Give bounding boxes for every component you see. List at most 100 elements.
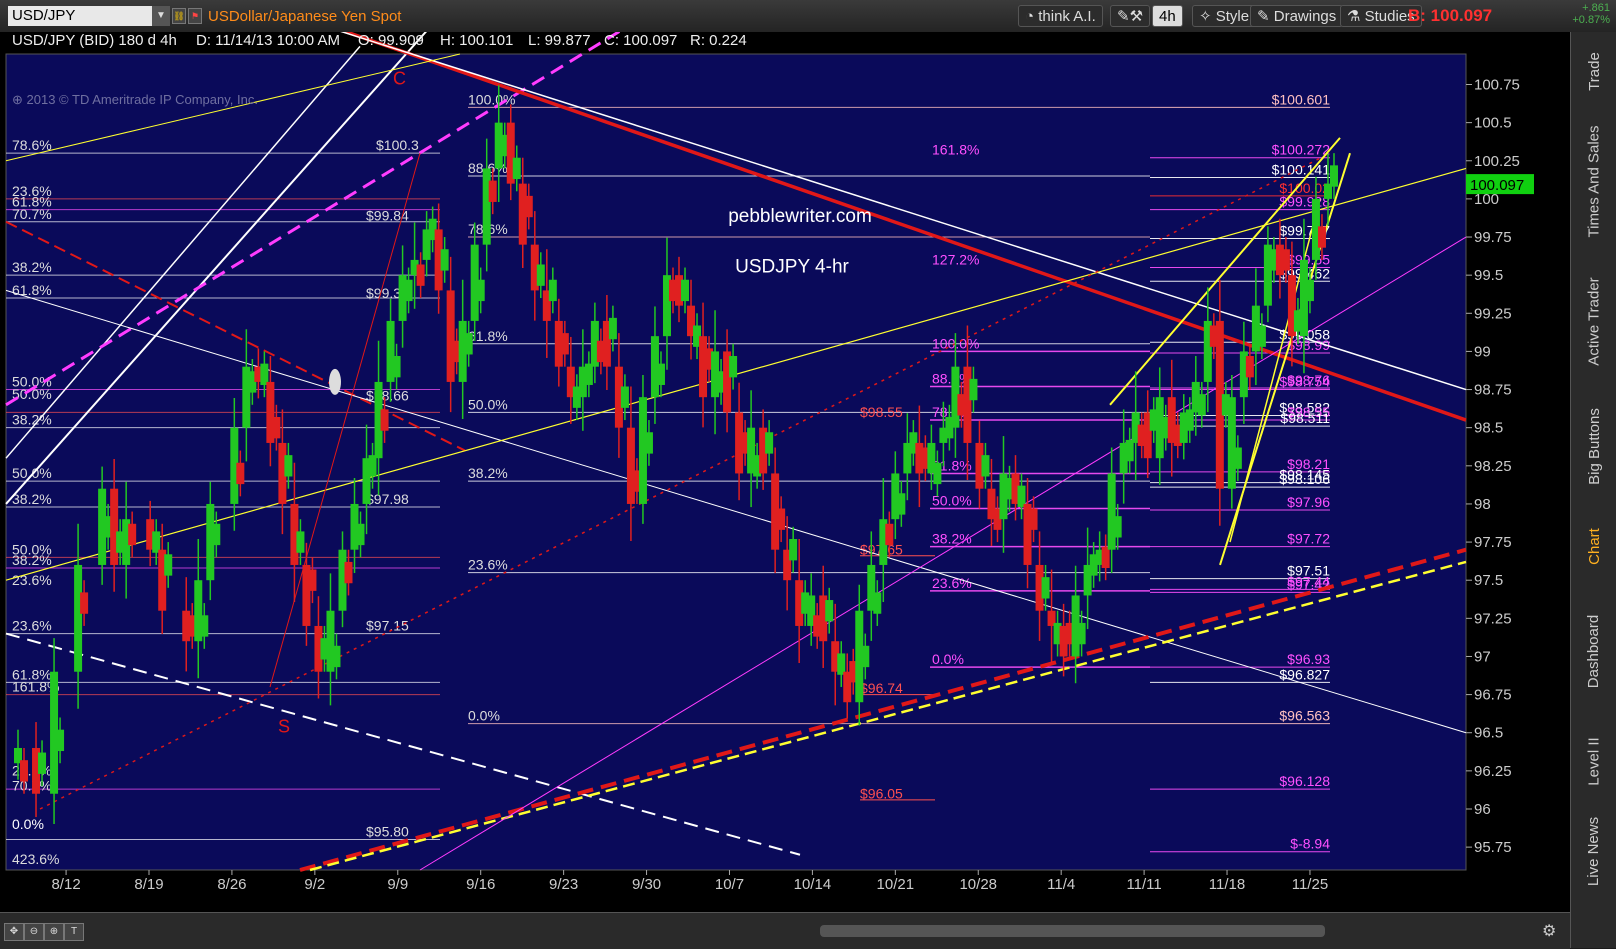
fib-percent-label: 70.7% bbox=[12, 778, 52, 794]
candle-body bbox=[200, 615, 209, 637]
fib-percent-label: 50.0% bbox=[12, 465, 52, 481]
x-tick-label: 8/26 bbox=[217, 876, 246, 893]
fib-percent-label: 70.7% bbox=[12, 206, 52, 222]
fib-percent-label: 127.2% bbox=[932, 252, 979, 268]
side-tab-trade[interactable]: Trade bbox=[1571, 36, 1616, 106]
side-tab-big-buttons[interactable]: Big Buttons bbox=[1571, 386, 1616, 506]
copyright-text: 2013 © TD Ameritrade IP Company, Inc. bbox=[26, 92, 258, 107]
candle-body bbox=[873, 592, 882, 614]
x-tick-label: 11/18 bbox=[1209, 876, 1245, 893]
subtitle-annotation: USDJPY 4-hr bbox=[735, 256, 849, 277]
bulb-icon: ◔ bbox=[1025, 8, 1039, 25]
level-label: $100.272 bbox=[1272, 142, 1331, 158]
fib-percent-label: 78.6% bbox=[12, 137, 52, 153]
candle-body bbox=[681, 279, 690, 302]
zoom-out-icon[interactable]: ⊖ bbox=[24, 923, 44, 941]
wave-s-label: S bbox=[278, 717, 290, 737]
x-tick-label: 11/11 bbox=[1126, 876, 1161, 893]
x-tick-label: 10/21 bbox=[877, 876, 915, 893]
top-toolbar: USD/JPY ▼ ⛓ ⚑ USDollar/Japanese Yen Spot… bbox=[0, 0, 1616, 33]
gear-icon[interactable]: ⚙ bbox=[1542, 921, 1562, 941]
fib-percent-label: 23.6% bbox=[12, 572, 52, 588]
link-icon[interactable]: ⛓ bbox=[172, 8, 186, 24]
candle-body bbox=[981, 455, 990, 477]
candle-body bbox=[765, 432, 774, 454]
side-tab-live-news[interactable]: Live News bbox=[1571, 806, 1616, 896]
candle-body bbox=[1107, 473, 1116, 550]
pair-label: USD/JPY (BID) 180 d 4h bbox=[12, 32, 177, 49]
candle-body bbox=[626, 427, 635, 504]
level-label: $98.511 bbox=[1280, 410, 1330, 426]
candle-body bbox=[1305, 279, 1314, 302]
symbol-input[interactable]: USD/JPY bbox=[8, 6, 158, 26]
side-tab-active-trader[interactable]: Active Trader bbox=[1571, 256, 1616, 386]
candle-body bbox=[608, 317, 617, 340]
tools-icon[interactable]: ✎⚒ bbox=[1110, 5, 1151, 27]
candle-body bbox=[356, 523, 365, 546]
price-label: $97.98 bbox=[366, 491, 409, 507]
interval-button[interactable]: 4h bbox=[1152, 5, 1183, 27]
candle-body bbox=[236, 462, 245, 485]
candle-body bbox=[524, 195, 533, 218]
candle-body bbox=[1317, 226, 1326, 248]
time-scrollbar[interactable] bbox=[820, 925, 1325, 937]
level-label: $96.827 bbox=[1279, 666, 1330, 682]
fib-percent-label: 23.6% bbox=[468, 557, 508, 573]
candle-body bbox=[789, 539, 798, 561]
candle-body bbox=[1017, 485, 1026, 507]
candle-body bbox=[729, 355, 738, 378]
side-tab-chart[interactable]: Chart bbox=[1571, 506, 1616, 586]
level-label: $97.96 bbox=[1287, 494, 1330, 510]
x-tick-label: 8/19 bbox=[134, 876, 163, 893]
y-tick-label: 96.25 bbox=[1474, 763, 1512, 780]
style-button[interactable]: ✧ Style bbox=[1192, 5, 1257, 27]
candle-body bbox=[885, 523, 894, 546]
candle-body bbox=[1185, 409, 1194, 431]
candle-body bbox=[1257, 325, 1266, 347]
candle-body bbox=[512, 157, 521, 180]
side-tab-times-and-sales[interactable]: Times And Sales bbox=[1571, 106, 1616, 256]
fib-percent-label: 0.0% bbox=[468, 708, 500, 724]
price-chart[interactable]: 95.75 96 96.25 96.5 96.75 97 97.25 97.5 97.75 98 9… bbox=[0, 32, 1570, 912]
level-label: $97.72 bbox=[1287, 531, 1330, 547]
bottom-bar: ✥ ⊖ ⊕ T ⚙ bbox=[0, 912, 1570, 949]
side-tab-level-ii[interactable]: Level II bbox=[1571, 716, 1616, 806]
candle-body bbox=[777, 508, 786, 530]
x-tick-label: 10/7 bbox=[715, 876, 744, 893]
candle-body bbox=[1281, 249, 1290, 271]
y-tick-label: 99.5 bbox=[1474, 267, 1503, 284]
close-label: C: 100.097 bbox=[604, 32, 678, 49]
think-ai-label: think A.I. bbox=[1038, 8, 1096, 25]
text-tool-icon[interactable]: T bbox=[64, 923, 84, 941]
highlight-oval bbox=[329, 368, 341, 395]
candle-body bbox=[1125, 439, 1134, 462]
y-tick-label: 97 bbox=[1474, 648, 1491, 665]
zoom-fit-icon[interactable]: ✥ bbox=[4, 923, 24, 941]
candle-body bbox=[56, 729, 65, 752]
side-tab-dashboard[interactable]: Dashboard bbox=[1571, 586, 1616, 716]
y-tick-label: 99 bbox=[1474, 343, 1491, 360]
candle-body bbox=[861, 645, 870, 668]
zoom-in-icon[interactable]: ⊕ bbox=[44, 923, 64, 941]
candle-body bbox=[1197, 394, 1206, 416]
change-pct: +0.87% bbox=[1572, 14, 1610, 26]
candle-body bbox=[476, 279, 485, 302]
date-label: D: 11/14/13 10:00 AM bbox=[196, 32, 340, 49]
drawings-label: Drawings bbox=[1273, 8, 1337, 25]
candle-body bbox=[963, 366, 972, 443]
candle-body bbox=[482, 168, 491, 245]
site-annotation: pebblewriter.com bbox=[728, 206, 872, 227]
candle-body bbox=[152, 531, 161, 553]
candle-body bbox=[404, 279, 413, 302]
x-tick-label: 11/4 bbox=[1047, 876, 1075, 893]
candle-body bbox=[128, 523, 137, 546]
candle-body bbox=[644, 432, 653, 454]
candle-body bbox=[1233, 447, 1242, 469]
drawings-button[interactable]: ✎ Drawings bbox=[1250, 5, 1344, 27]
fib-percent-label: 61.8% bbox=[12, 282, 52, 298]
fib-percent-label: 100.0% bbox=[468, 91, 515, 107]
think-ai-button[interactable]: ◔ think A.I. bbox=[1018, 5, 1103, 27]
symbol-dropdown-icon[interactable]: ▼ bbox=[152, 6, 170, 26]
candle-body bbox=[1029, 508, 1038, 530]
flag-icon[interactable]: ⚑ bbox=[188, 8, 202, 24]
